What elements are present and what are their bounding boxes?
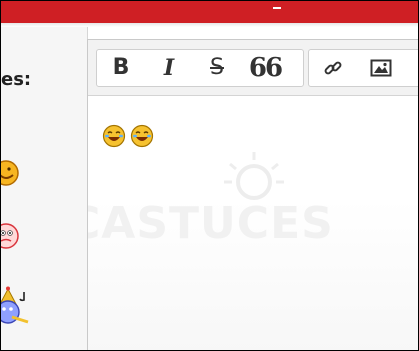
top-bar <box>1 1 418 23</box>
laughing-face-icon <box>102 124 126 148</box>
top-bar-notch <box>273 7 281 9</box>
laughing-face-icon <box>130 124 154 148</box>
italic-button[interactable]: I <box>145 50 193 86</box>
bold-icon: B <box>112 55 130 80</box>
format-button-group: B I S 66 <box>96 49 304 87</box>
link-icon <box>324 61 342 75</box>
sun-watermark-icon <box>224 152 284 200</box>
image-button[interactable] <box>357 50 405 86</box>
smiling-face-icon[interactable] <box>0 159 20 187</box>
quote-icon: 66 <box>248 53 283 83</box>
party-face-icon[interactable] <box>0 286 30 326</box>
link-button[interactable] <box>309 50 357 86</box>
insert-button-group <box>308 49 418 87</box>
image-icon <box>370 59 392 77</box>
italic-icon: I <box>163 55 175 81</box>
message-editor: B I S 66 CASTUCES <box>87 39 418 350</box>
watermark: CASTUCES <box>88 152 418 249</box>
watermark-text: CASTUCES <box>88 198 334 249</box>
strikethrough-icon: S <box>210 55 224 80</box>
strikethrough-button[interactable]: S <box>193 50 241 86</box>
bold-button[interactable]: B <box>97 50 145 86</box>
quote-button[interactable]: 66 <box>241 50 289 86</box>
confused-face-icon[interactable] <box>0 222 20 250</box>
editor-content-area[interactable]: CASTUCES <box>88 96 418 350</box>
smilies-label: es: <box>1 69 32 90</box>
editor-toolbar: B I S 66 <box>88 40 418 96</box>
content-emoji-line <box>102 124 154 148</box>
app-window: es: B I S 66 CASTUCES <box>0 0 419 351</box>
